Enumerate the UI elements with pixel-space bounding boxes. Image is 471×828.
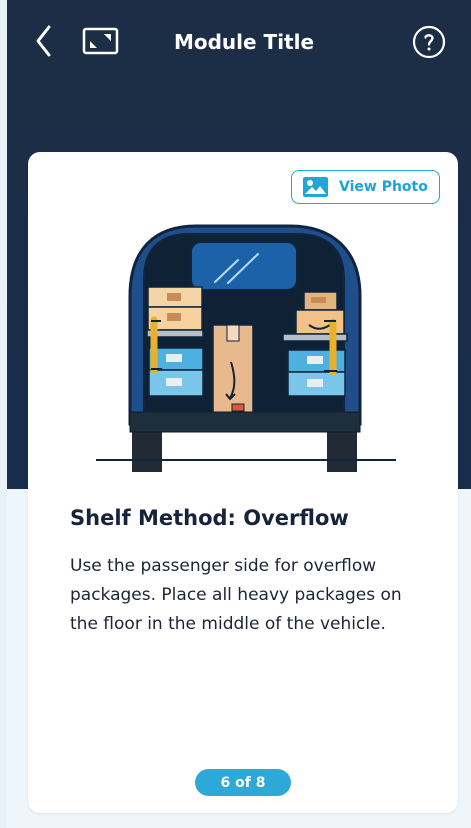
top-header-bar: Module Title (7, 0, 471, 88)
lesson-description: Use the passenger side for overflow pack… (70, 552, 430, 639)
help-button[interactable] (411, 24, 447, 60)
delivery-van-illustration (28, 218, 458, 474)
lesson-title: Shelf Method: Overflow (70, 506, 349, 530)
page-title: Module Title (173, 30, 315, 54)
fullscreen-button[interactable] (77, 24, 123, 58)
fullscreen-icon (82, 27, 119, 55)
app-screen: Module Title View Photo Shelf Method: Ov… (0, 0, 471, 828)
image-icon (302, 176, 329, 198)
back-button[interactable] (31, 24, 61, 58)
view-photo-label: View Photo (339, 179, 428, 195)
chevron-left-icon (36, 25, 51, 57)
help-circle-icon (412, 25, 446, 59)
progress-indicator: 6 of 8 (195, 769, 291, 796)
left-edge-strip (0, 0, 7, 828)
description-line-3: the floor in the middle of the vehicle. (70, 614, 386, 634)
view-photo-button[interactable]: View Photo (291, 170, 440, 204)
description-line-1: Use the passenger side for overflow (70, 556, 377, 576)
lesson-card: View Photo Shelf Method: Overflow Use th… (28, 152, 458, 813)
description-line-2: packages. Place all heavy packages on (70, 585, 402, 605)
